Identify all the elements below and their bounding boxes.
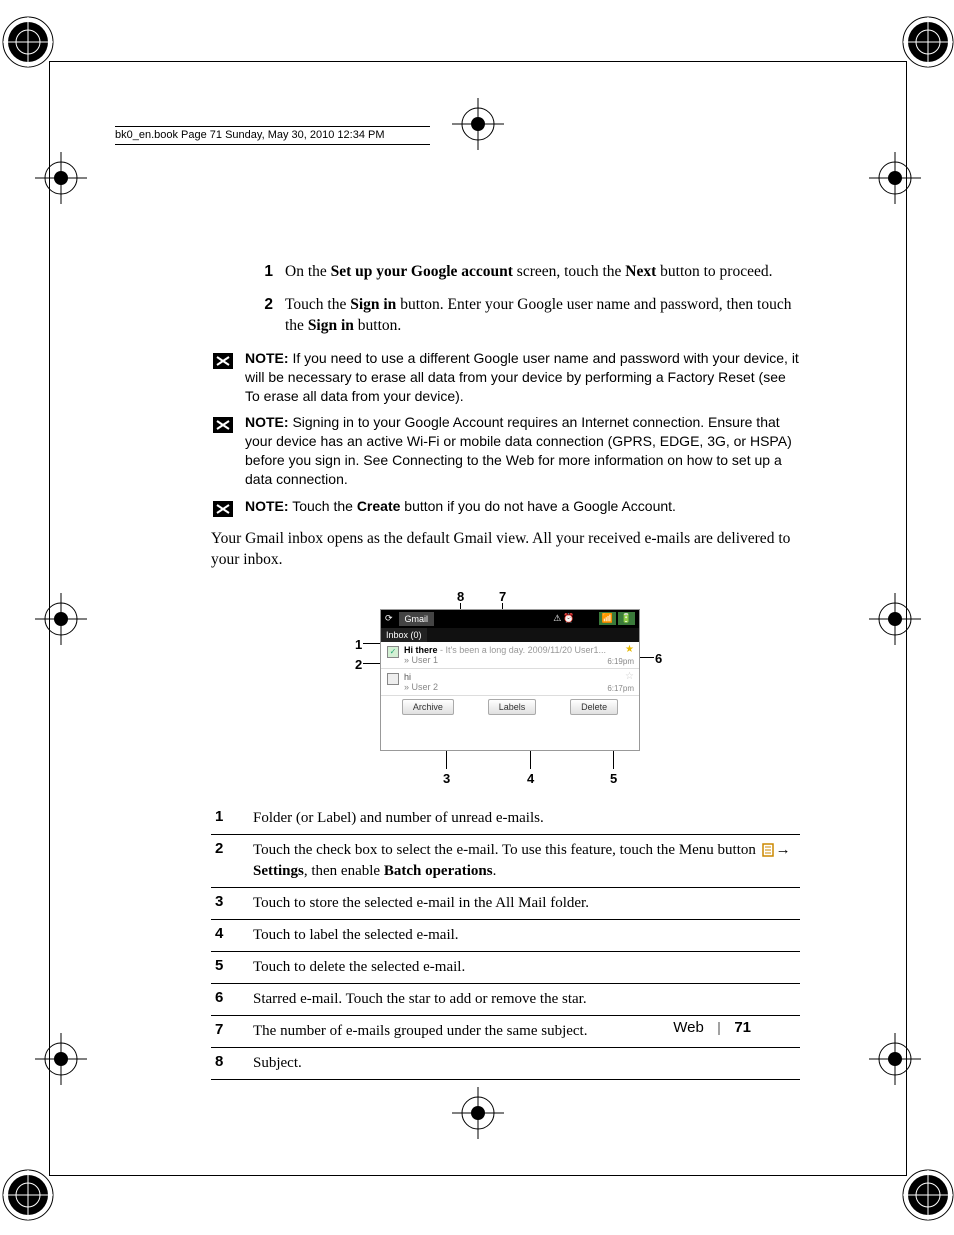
registration-mark-icon [895,9,954,75]
registration-mark-icon [0,1162,61,1228]
crosshair-icon [869,593,921,645]
note-text: NOTE: If you need to use a different Goo… [245,349,800,406]
crosshair-icon [35,1033,87,1085]
star-icon[interactable]: ☆ [625,671,634,682]
step-number: 1 [245,262,285,283]
step-1: 1 On the Set up your Google account scre… [245,262,800,283]
alarm-icon: ⏰ [563,613,574,624]
callout-7: 7 [499,589,506,604]
legend-row: 5Touch to delete the selected e-mail. [211,951,800,983]
gmail-figure: 8 7 1 2 6 3 4 5 ⟳ Gmail [300,589,720,789]
step-text: On the Set up your Google account screen… [285,262,800,283]
checkbox-icon[interactable]: ✓ [387,646,399,658]
footer-section: Web [673,1019,704,1036]
warning-icon: ⚠ [553,613,561,624]
star-icon[interactable]: ★ [625,644,634,655]
note-text: NOTE: Touch the Create button if you do … [245,497,800,521]
note-2: NOTE: Signing in to your Google Account … [211,413,800,489]
archive-button[interactable]: Archive [402,699,454,715]
page-frame: bk0_en.book Page 71 Sunday, May 30, 2010… [49,61,907,1176]
crosshair-icon [869,1033,921,1085]
legend-row: 3Touch to store the selected e-mail in t… [211,887,800,919]
crosshair-icon [452,1087,504,1139]
legend-row: 8Subject. [211,1047,800,1079]
labels-button[interactable]: Labels [488,699,537,715]
step-text: Touch the Sign in button. Enter your Goo… [285,295,800,337]
note-1: NOTE: If you need to use a different Goo… [211,349,800,406]
email-row-1[interactable]: ✓ Hi there - It's been a long day. 2009/… [381,642,639,669]
email-row-2[interactable]: ✓ hi » User 2 ☆ 6:17pm [381,669,639,696]
checkbox-icon[interactable]: ✓ [387,673,399,685]
crosshair-icon [869,152,921,204]
legend-row: 6Starred e-mail. Touch the star to add o… [211,983,800,1015]
crosshair-icon [452,98,504,150]
callout-1: 1 [355,637,362,652]
legend-row: 4Touch to label the selected e-mail. [211,919,800,951]
header-rule-bottom [115,144,430,145]
menu-icon [762,843,774,857]
phone-screenshot: ⟳ Gmail ⚠ ⏰ 📶 🔋 Inbox (0) ✓ [380,609,640,751]
page-number: 71 [734,1019,751,1036]
page-footer: Web | 71 [673,1019,751,1037]
intro-paragraph: Your Gmail inbox opens as the default Gm… [211,529,800,571]
button-row: Archive Labels Delete [381,696,639,718]
callout-3: 3 [443,771,450,786]
legend-row: 2 Touch the check box to select the e-ma… [211,834,800,887]
note-icon [211,413,235,489]
status-bar: ⟳ Gmail ⚠ ⏰ 📶 🔋 [381,610,639,628]
step-2: 2 Touch the Sign in button. Enter your G… [245,295,800,337]
note-icon [211,497,235,521]
header-text: bk0_en.book Page 71 Sunday, May 30, 2010… [115,129,385,141]
content-area: 1 On the Set up your Google account scre… [245,262,800,1080]
registration-mark-icon [0,9,61,75]
gmail-tab: Gmail [399,612,435,626]
callout-8: 8 [457,589,464,604]
legend-table: 1Folder (or Label) and number of unread … [211,803,800,1080]
callout-4: 4 [527,771,534,786]
registration-mark-icon [895,1162,954,1228]
note-icon [211,349,235,406]
signal-icon: 📶 [599,612,616,625]
legend-row: 1Folder (or Label) and number of unread … [211,803,800,835]
note-text: NOTE: Signing in to your Google Account … [245,413,800,489]
crosshair-icon [35,152,87,204]
callout-2: 2 [355,657,362,672]
step-number: 2 [245,295,285,337]
header-rule-top [115,126,430,127]
note-3: NOTE: Touch the Create button if you do … [211,497,800,521]
crosshair-icon [35,593,87,645]
sync-icon: ⟳ [385,613,393,624]
battery-icon: 🔋 [618,612,635,625]
inbox-label: Inbox (0) [381,628,427,642]
callout-6: 6 [655,651,662,666]
callout-5: 5 [610,771,617,786]
delete-button[interactable]: Delete [570,699,618,715]
